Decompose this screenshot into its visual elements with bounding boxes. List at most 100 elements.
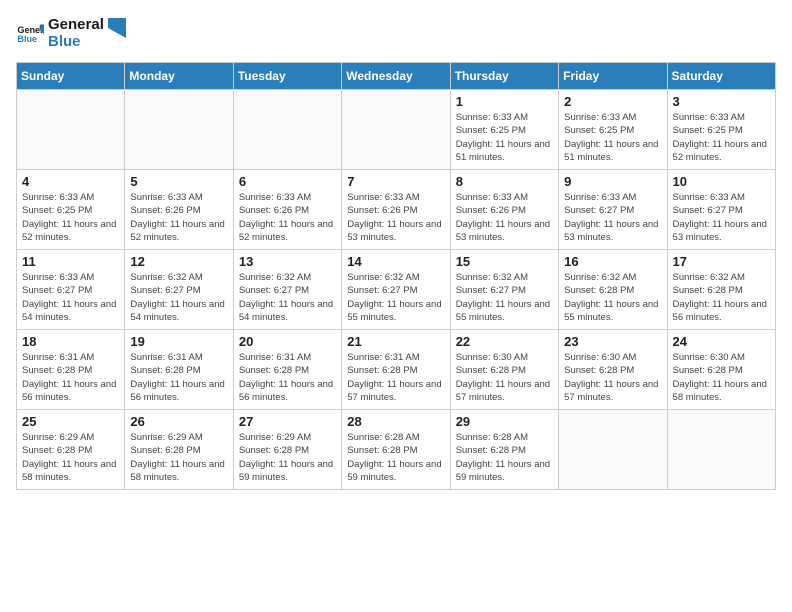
day-info: Sunrise: 6:33 AM Sunset: 6:26 PM Dayligh… bbox=[130, 191, 227, 244]
day-info: Sunrise: 6:33 AM Sunset: 6:26 PM Dayligh… bbox=[456, 191, 553, 244]
calendar-day-cell: 24 Sunrise: 6:30 AM Sunset: 6:28 PM Dayli… bbox=[667, 330, 775, 410]
calendar-day-cell: 21Sunrise: 6:31 AM Sunset: 6:28 PM Dayli… bbox=[342, 330, 450, 410]
day-number: 10 bbox=[673, 174, 770, 189]
day-number: 20 bbox=[239, 334, 336, 349]
day-info: Sunrise: 6:33 AM Sunset: 6:27 PM Dayligh… bbox=[22, 271, 119, 324]
logo-general: General bbox=[48, 16, 104, 33]
page-header: General Blue General Blue bbox=[16, 16, 776, 50]
svg-text:Blue: Blue bbox=[17, 34, 37, 44]
calendar-week-row: 4Sunrise: 6:33 AM Sunset: 6:25 PM Daylig… bbox=[17, 170, 776, 250]
calendar-day-cell: 1 Sunrise: 6:33 AM Sunset: 6:25 PM Daylig… bbox=[450, 90, 558, 170]
logo: General Blue General Blue bbox=[16, 16, 126, 50]
calendar-day-cell bbox=[559, 410, 667, 490]
day-number: 6 bbox=[239, 174, 336, 189]
calendar-week-row: 11 Sunrise: 6:33 AM Sunset: 6:27 PM Dayli… bbox=[17, 250, 776, 330]
calendar-day-cell: 28 Sunrise: 6:28 AM Sunset: 6:28 PM Dayli… bbox=[342, 410, 450, 490]
day-info: Sunrise: 6:28 AM Sunset: 6:28 PM Dayligh… bbox=[347, 431, 444, 484]
day-number: 14 bbox=[347, 254, 444, 269]
calendar-day-cell: 4Sunrise: 6:33 AM Sunset: 6:25 PM Daylig… bbox=[17, 170, 125, 250]
calendar-day-cell: 19 Sunrise: 6:31 AM Sunset: 6:28 PM Dayli… bbox=[125, 330, 233, 410]
day-number: 28 bbox=[347, 414, 444, 429]
day-info: Sunrise: 6:32 AM Sunset: 6:28 PM Dayligh… bbox=[564, 271, 661, 324]
day-number: 9 bbox=[564, 174, 661, 189]
calendar-day-cell: 2 Sunrise: 6:33 AM Sunset: 6:25 PM Daylig… bbox=[559, 90, 667, 170]
logo-triangle-icon bbox=[108, 18, 126, 48]
calendar-table: SundayMondayTuesdayWednesdayThursdayFrid… bbox=[16, 62, 776, 490]
day-number: 15 bbox=[456, 254, 553, 269]
day-info: Sunrise: 6:33 AM Sunset: 6:27 PM Dayligh… bbox=[564, 191, 661, 244]
day-number: 1 bbox=[456, 94, 553, 109]
day-info: Sunrise: 6:30 AM Sunset: 6:28 PM Dayligh… bbox=[673, 351, 770, 404]
day-info: Sunrise: 6:31 AM Sunset: 6:28 PM Dayligh… bbox=[130, 351, 227, 404]
day-number: 22 bbox=[456, 334, 553, 349]
calendar-day-cell: 17 Sunrise: 6:32 AM Sunset: 6:28 PM Dayli… bbox=[667, 250, 775, 330]
logo-icon: General Blue bbox=[16, 19, 44, 47]
day-number: 7 bbox=[347, 174, 444, 189]
weekday-header-cell: Monday bbox=[125, 63, 233, 90]
day-info: Sunrise: 6:29 AM Sunset: 6:28 PM Dayligh… bbox=[130, 431, 227, 484]
day-info: Sunrise: 6:33 AM Sunset: 6:25 PM Dayligh… bbox=[564, 111, 661, 164]
day-number: 4 bbox=[22, 174, 119, 189]
day-number: 29 bbox=[456, 414, 553, 429]
day-info: Sunrise: 6:30 AM Sunset: 6:28 PM Dayligh… bbox=[456, 351, 553, 404]
day-number: 11 bbox=[22, 254, 119, 269]
calendar-week-row: 18 Sunrise: 6:31 AM Sunset: 6:28 PM Dayli… bbox=[17, 330, 776, 410]
calendar-day-cell: 14Sunrise: 6:32 AM Sunset: 6:27 PM Dayli… bbox=[342, 250, 450, 330]
calendar-day-cell: 15Sunrise: 6:32 AM Sunset: 6:27 PM Dayli… bbox=[450, 250, 558, 330]
day-info: Sunrise: 6:32 AM Sunset: 6:27 PM Dayligh… bbox=[239, 271, 336, 324]
day-info: Sunrise: 6:29 AM Sunset: 6:28 PM Dayligh… bbox=[22, 431, 119, 484]
day-number: 18 bbox=[22, 334, 119, 349]
day-info: Sunrise: 6:31 AM Sunset: 6:28 PM Dayligh… bbox=[239, 351, 336, 404]
weekday-header-cell: Wednesday bbox=[342, 63, 450, 90]
day-info: Sunrise: 6:33 AM Sunset: 6:25 PM Dayligh… bbox=[673, 111, 770, 164]
calendar-day-cell bbox=[233, 90, 341, 170]
calendar-day-cell: 25 Sunrise: 6:29 AM Sunset: 6:28 PM Dayli… bbox=[17, 410, 125, 490]
day-info: Sunrise: 6:33 AM Sunset: 6:27 PM Dayligh… bbox=[673, 191, 770, 244]
day-number: 3 bbox=[673, 94, 770, 109]
calendar-day-cell: 16 Sunrise: 6:32 AM Sunset: 6:28 PM Dayli… bbox=[559, 250, 667, 330]
calendar-day-cell bbox=[17, 90, 125, 170]
day-number: 12 bbox=[130, 254, 227, 269]
logo-blue: Blue bbox=[48, 33, 104, 50]
calendar-day-cell: 29 Sunrise: 6:28 AM Sunset: 6:28 PM Dayli… bbox=[450, 410, 558, 490]
day-number: 8 bbox=[456, 174, 553, 189]
day-info: Sunrise: 6:33 AM Sunset: 6:26 PM Dayligh… bbox=[347, 191, 444, 244]
day-number: 13 bbox=[239, 254, 336, 269]
calendar-day-cell: 10 Sunrise: 6:33 AM Sunset: 6:27 PM Dayli… bbox=[667, 170, 775, 250]
day-info: Sunrise: 6:33 AM Sunset: 6:26 PM Dayligh… bbox=[239, 191, 336, 244]
calendar-day-cell: 12 Sunrise: 6:32 AM Sunset: 6:27 PM Dayli… bbox=[125, 250, 233, 330]
day-number: 17 bbox=[673, 254, 770, 269]
day-info: Sunrise: 6:31 AM Sunset: 6:28 PM Dayligh… bbox=[22, 351, 119, 404]
day-number: 24 bbox=[673, 334, 770, 349]
day-number: 2 bbox=[564, 94, 661, 109]
calendar-day-cell: 23 Sunrise: 6:30 AM Sunset: 6:28 PM Dayli… bbox=[559, 330, 667, 410]
calendar-body: 1 Sunrise: 6:33 AM Sunset: 6:25 PM Daylig… bbox=[17, 90, 776, 490]
calendar-day-cell: 26 Sunrise: 6:29 AM Sunset: 6:28 PM Dayli… bbox=[125, 410, 233, 490]
day-info: Sunrise: 6:32 AM Sunset: 6:27 PM Dayligh… bbox=[130, 271, 227, 324]
day-info: Sunrise: 6:33 AM Sunset: 6:25 PM Dayligh… bbox=[456, 111, 553, 164]
calendar-day-cell: 11 Sunrise: 6:33 AM Sunset: 6:27 PM Dayli… bbox=[17, 250, 125, 330]
day-info: Sunrise: 6:28 AM Sunset: 6:28 PM Dayligh… bbox=[456, 431, 553, 484]
calendar-day-cell bbox=[125, 90, 233, 170]
calendar-day-cell: 22 Sunrise: 6:30 AM Sunset: 6:28 PM Dayli… bbox=[450, 330, 558, 410]
calendar-day-cell: 6 Sunrise: 6:33 AM Sunset: 6:26 PM Daylig… bbox=[233, 170, 341, 250]
calendar-day-cell: 9 Sunrise: 6:33 AM Sunset: 6:27 PM Daylig… bbox=[559, 170, 667, 250]
weekday-header-row: SundayMondayTuesdayWednesdayThursdayFrid… bbox=[17, 63, 776, 90]
day-number: 26 bbox=[130, 414, 227, 429]
calendar-day-cell bbox=[342, 90, 450, 170]
day-number: 16 bbox=[564, 254, 661, 269]
day-info: Sunrise: 6:32 AM Sunset: 6:28 PM Dayligh… bbox=[673, 271, 770, 324]
calendar-day-cell: 7 Sunrise: 6:33 AM Sunset: 6:26 PM Daylig… bbox=[342, 170, 450, 250]
day-number: 27 bbox=[239, 414, 336, 429]
day-number: 21 bbox=[347, 334, 444, 349]
day-number: 19 bbox=[130, 334, 227, 349]
calendar-day-cell: 18 Sunrise: 6:31 AM Sunset: 6:28 PM Dayli… bbox=[17, 330, 125, 410]
day-number: 25 bbox=[22, 414, 119, 429]
calendar-day-cell: 5Sunrise: 6:33 AM Sunset: 6:26 PM Daylig… bbox=[125, 170, 233, 250]
weekday-header-cell: Sunday bbox=[17, 63, 125, 90]
day-number: 23 bbox=[564, 334, 661, 349]
day-info: Sunrise: 6:30 AM Sunset: 6:28 PM Dayligh… bbox=[564, 351, 661, 404]
calendar-day-cell: 20 Sunrise: 6:31 AM Sunset: 6:28 PM Dayli… bbox=[233, 330, 341, 410]
weekday-header-cell: Saturday bbox=[667, 63, 775, 90]
day-info: Sunrise: 6:29 AM Sunset: 6:28 PM Dayligh… bbox=[239, 431, 336, 484]
